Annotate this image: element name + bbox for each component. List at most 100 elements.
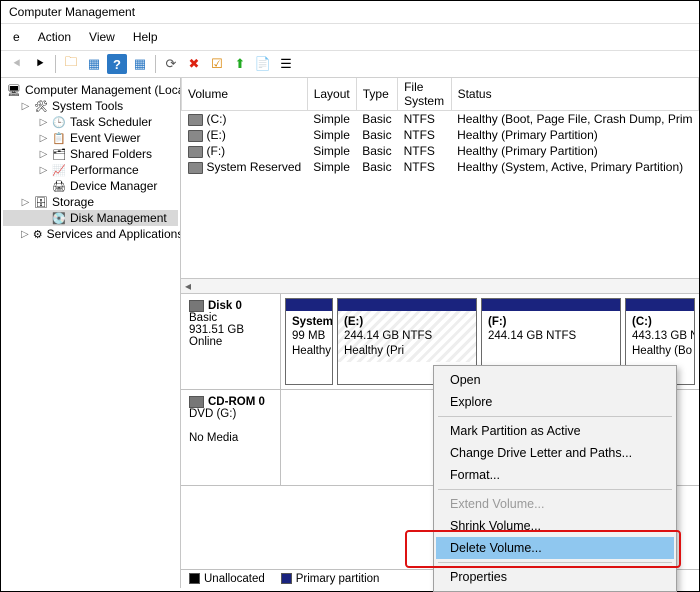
toolbar-refresh-icon[interactable]: ⟳ — [161, 54, 181, 74]
toolbar-show-hide-tree-icon[interactable]: 🗀 — [61, 54, 81, 74]
cell-type: Basic — [356, 127, 397, 143]
ctx-separator — [438, 416, 672, 417]
cell-layout: Simple — [307, 111, 356, 128]
tree-shared-folders[interactable]: ▷ 🗂 Shared Folders — [3, 146, 178, 162]
table-row[interactable]: (E:) Simple Basic NTFS Healthy (Primary … — [182, 127, 699, 143]
tools-icon: 🛠 — [34, 99, 48, 113]
tree-label: System Tools — [52, 99, 123, 113]
part-label: System — [292, 316, 333, 328]
partition-system[interactable]: System 99 MB Healthy — [285, 298, 333, 385]
cdrom-kind: DVD (G:) — [189, 408, 236, 420]
col-volume[interactable]: Volume — [182, 78, 308, 111]
tree-root[interactable]: 🖥 Computer Management (Local — [3, 82, 178, 98]
toolbar-properties-icon[interactable]: 📄 — [253, 54, 273, 74]
table-row[interactable]: (F:) Simple Basic NTFS Healthy (Primary … — [182, 143, 699, 159]
cdrom-state: No Media — [189, 432, 238, 444]
cell-fs: NTFS — [398, 127, 452, 143]
computer-icon: 🖥 — [7, 83, 21, 97]
tree-system-tools[interactable]: ▷ 🛠 System Tools — [3, 98, 178, 114]
tree-label: Performance — [70, 163, 139, 177]
disk-icon: 💽 — [52, 211, 66, 225]
menu-help[interactable]: Help — [125, 26, 166, 48]
tree-label: Device Manager — [70, 179, 157, 193]
col-fs[interactable]: File System — [398, 78, 452, 111]
col-layout[interactable]: Layout — [307, 78, 356, 111]
menu-action[interactable]: Action — [30, 26, 79, 48]
tree-event-viewer[interactable]: ▷ 📋 Event Viewer — [3, 130, 178, 146]
ctx-format[interactable]: Format... — [436, 464, 674, 486]
cell-volume: (E:) — [182, 127, 308, 143]
cell-status: Healthy (Primary Partition) — [451, 143, 698, 159]
toolbar: ⯇ ⯈ 🗀 ▦ ? ▦ ⟳ ✖ ☑ ⬆ 📄 ☰ — [1, 51, 699, 78]
toolbar-forward-icon[interactable]: ⯈ — [30, 54, 50, 74]
cell-type: Basic — [356, 111, 397, 128]
disk0-state: Online — [189, 336, 222, 348]
services-icon: ⚙ — [33, 227, 43, 241]
menu-bar: e Action View Help — [1, 24, 699, 51]
cell-type: Basic — [356, 159, 397, 175]
tree-services-apps[interactable]: ▷ ⚙ Services and Applications — [3, 226, 178, 242]
ctx-change-drive-letter[interactable]: Change Drive Letter and Paths... — [436, 442, 674, 464]
tree-root-label: Computer Management (Local — [25, 83, 181, 97]
device-icon: 🖨 — [52, 179, 66, 193]
event-icon: 📋 — [52, 131, 66, 145]
cell-layout: Simple — [307, 159, 356, 175]
toolbar-help-icon[interactable]: ? — [107, 54, 127, 74]
cdrom-info: CD-ROM 0 DVD (G:) No Media — [181, 390, 281, 485]
scroll-left-icon[interactable]: ◂ — [181, 279, 195, 293]
ctx-open[interactable]: Open — [436, 369, 674, 391]
gauge-icon: 📈 — [52, 163, 66, 177]
tree-device-manager[interactable]: 🖨 Device Manager — [3, 178, 178, 194]
part-status: Healthy (Pri — [344, 345, 404, 357]
expand-icon[interactable]: ▷ — [21, 229, 29, 240]
tree-label: Services and Applications — [47, 227, 181, 241]
col-status[interactable]: Status — [451, 78, 698, 111]
col-type[interactable]: Type — [356, 78, 397, 111]
table-row[interactable]: (C:) Simple Basic NTFS Healthy (Boot, Pa… — [182, 111, 699, 128]
expand-icon[interactable]: ▷ — [39, 149, 48, 160]
cell-status: Healthy (Boot, Page File, Crash Dump, Pr… — [451, 111, 698, 128]
ctx-mark-active[interactable]: Mark Partition as Active — [436, 420, 674, 442]
part-status: Healthy — [292, 345, 331, 357]
tree-label: Storage — [52, 195, 94, 209]
expand-icon[interactable]: ▷ — [39, 165, 48, 176]
nav-tree[interactable]: 🖥 Computer Management (Local ▷ 🛠 System … — [1, 78, 181, 588]
toolbar-delete-icon[interactable]: ✖ — [184, 54, 204, 74]
tree-task-scheduler[interactable]: ▷ 🕒 Task Scheduler — [3, 114, 178, 130]
toolbar-pane2-icon[interactable]: ▦ — [130, 54, 150, 74]
toolbar-list-icon[interactable]: ☰ — [276, 54, 296, 74]
ctx-explore[interactable]: Explore — [436, 391, 674, 413]
ctx-properties[interactable]: Properties — [436, 566, 674, 588]
cell-status: Healthy (Primary Partition) — [451, 127, 698, 143]
toolbar-check-icon[interactable]: ☑ — [207, 54, 227, 74]
splitter[interactable]: ◂ — [181, 278, 699, 294]
expand-icon[interactable]: ▷ — [39, 117, 48, 128]
menu-view[interactable]: View — [81, 26, 123, 48]
cell-volume: (C:) — [182, 111, 308, 128]
tree-storage[interactable]: ▷ 🗄 Storage — [3, 194, 178, 210]
part-size: 244.14 GB NTFS — [488, 330, 576, 342]
toolbar-up-icon[interactable]: ⬆ — [230, 54, 250, 74]
table-row[interactable]: System Reserved Simple Basic NTFS Health… — [182, 159, 699, 175]
folder-icon: 🗂 — [52, 147, 66, 161]
ctx-delete-volume[interactable]: Delete Volume... — [436, 537, 674, 559]
toolbar-back-icon[interactable]: ⯇ — [7, 54, 27, 74]
ctx-shrink-volume[interactable]: Shrink Volume... — [436, 515, 674, 537]
ctx-separator — [438, 489, 672, 490]
cell-fs: NTFS — [398, 143, 452, 159]
toolbar-pane-icon[interactable]: ▦ — [84, 54, 104, 74]
cell-fs: NTFS — [398, 111, 452, 128]
menu-file[interactable]: e — [5, 26, 28, 48]
tree-disk-management[interactable]: 💽 Disk Management — [3, 210, 178, 226]
expand-icon[interactable]: ▷ — [21, 101, 30, 112]
part-status: Healthy (Bo — [632, 345, 692, 357]
ctx-separator — [438, 562, 672, 563]
volume-list[interactable]: Volume Layout Type File System Status (C… — [181, 78, 699, 278]
disk0-size: 931.51 GB — [189, 324, 244, 336]
disk0-title: Disk 0 — [189, 300, 242, 312]
tree-performance[interactable]: ▷ 📈 Performance — [3, 162, 178, 178]
legend-primary: Primary partition — [281, 573, 380, 585]
cell-layout: Simple — [307, 143, 356, 159]
expand-icon[interactable]: ▷ — [39, 133, 48, 144]
expand-icon[interactable]: ▷ — [21, 197, 30, 208]
